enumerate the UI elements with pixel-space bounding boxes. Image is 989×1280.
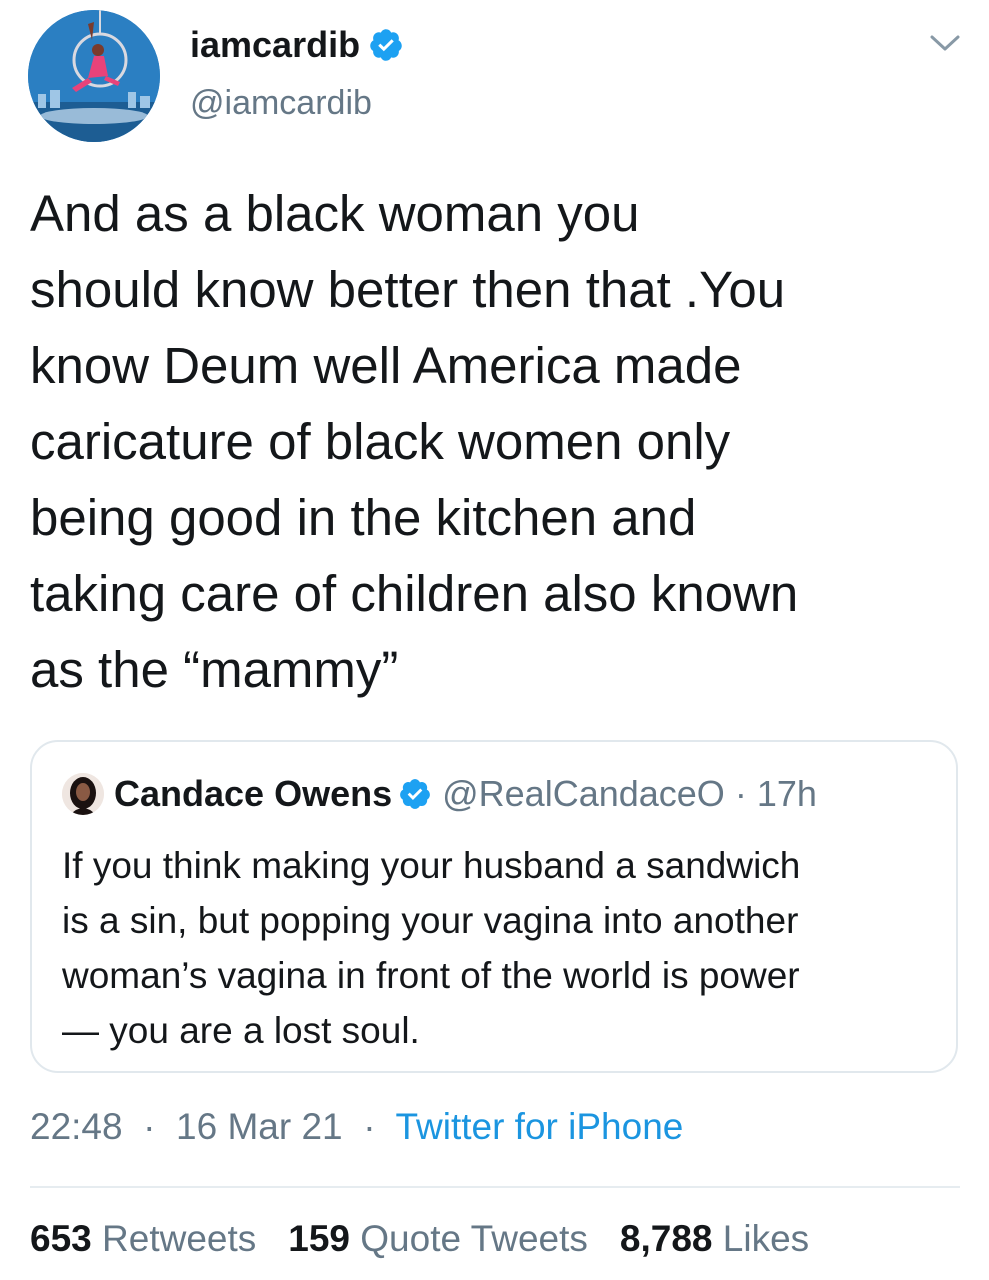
- tweet-text: And as a black woman you should know bet…: [30, 185, 799, 698]
- meta-separator: ·: [363, 1106, 376, 1147]
- author-avatar[interactable]: [28, 10, 160, 142]
- tweet-stats: 653 Retweets 159 Quote Tweets 8,788 Like…: [30, 1218, 841, 1260]
- quoted-tweet-card[interactable]: Candace Owens @RealCandaceO · 17h If you…: [30, 740, 958, 1073]
- quote-tweets-label: Quote Tweets: [360, 1218, 588, 1259]
- quoted-tweet-time: 17h: [756, 773, 817, 814]
- verified-badge-icon: [400, 779, 430, 809]
- author-display-name[interactable]: iamcardib: [190, 24, 360, 66]
- divider: [30, 1186, 960, 1188]
- quoted-avatar-image: [62, 773, 104, 815]
- tweet-timestamp-row: 22:48 · 16 Mar 21 · Twitter for iPhone: [30, 1106, 683, 1148]
- meta-separator: ·: [143, 1106, 156, 1147]
- verified-badge-icon: [370, 29, 402, 61]
- likes-stat[interactable]: 8,788 Likes: [620, 1218, 809, 1260]
- quoted-author-display-name: Candace Owens: [114, 773, 393, 814]
- quote-tweets-stat[interactable]: 159 Quote Tweets: [288, 1218, 588, 1260]
- quoted-author-handle: @RealCandaceO: [442, 773, 725, 814]
- author-name-row[interactable]: iamcardib: [190, 22, 404, 68]
- quoted-tweet-text: If you think making your husband a sandw…: [62, 845, 801, 1051]
- quote-tweets-count: 159: [288, 1218, 350, 1259]
- likes-count: 8,788: [619, 1218, 713, 1259]
- retweets-label: Retweets: [102, 1218, 257, 1259]
- tweet-source-link[interactable]: Twitter for iPhone: [395, 1106, 683, 1147]
- tweet-date[interactable]: 16 Mar 21: [176, 1106, 343, 1147]
- quoted-author-avatar: [62, 773, 104, 815]
- retweets-stat[interactable]: 653 Retweets: [30, 1218, 256, 1260]
- author-handle[interactable]: @iamcardib: [190, 84, 372, 123]
- tweet-header: iamcardib @iamcardib: [0, 0, 989, 150]
- tweet-time[interactable]: 22:48: [30, 1106, 123, 1147]
- chevron-down-icon[interactable]: [928, 30, 962, 56]
- quoted-tweet-header: Candace Owens @RealCandaceO · 17h: [62, 772, 817, 816]
- likes-label: Likes: [722, 1218, 810, 1259]
- meta-separator: ·: [734, 773, 747, 814]
- retweets-count: 653: [30, 1218, 92, 1259]
- avatar-image: [28, 10, 160, 142]
